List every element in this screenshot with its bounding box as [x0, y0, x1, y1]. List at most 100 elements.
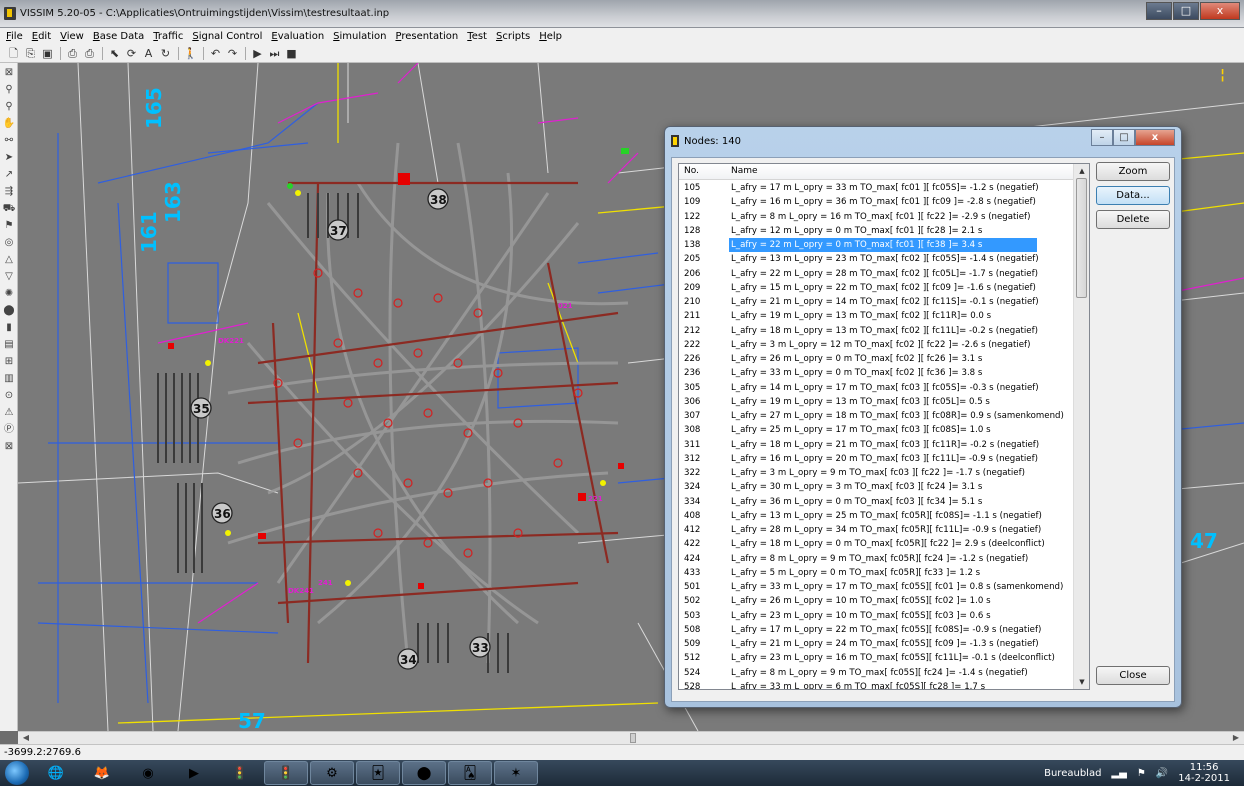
pedestrian-icon[interactable]: 🚶 — [183, 47, 198, 61]
start-button[interactable] — [0, 760, 34, 786]
scroll-down-icon[interactable]: ▼ — [1076, 676, 1088, 688]
list-item[interactable]: 209 L_afry = 15 m L_opry = 22 m TO_max[ f… — [679, 281, 1074, 295]
data-collection-icon[interactable]: ⊞ — [2, 354, 16, 369]
list-item[interactable]: 508 L_afry = 17 m L_opry = 22 m TO_max[ f… — [679, 623, 1074, 637]
red-app-icon[interactable]: ✶ — [494, 761, 538, 785]
list-item[interactable]: 206 L_afry = 22 m L_opry = 28 m TO_max[ f… — [679, 267, 1074, 281]
routes-icon[interactable]: ↗ — [2, 167, 16, 182]
grid-icon[interactable]: ⊠ — [2, 439, 16, 454]
list-item[interactable]: 222 L_afry = 3 m L_opry = 12 m TO_max[ fc… — [679, 338, 1074, 352]
select-icon[interactable]: ⬉ — [107, 47, 122, 61]
vehicle-inputs-icon[interactable]: ⇶ — [2, 184, 16, 199]
flag-icon[interactable]: ⚑ — [1137, 768, 1146, 779]
pan-icon[interactable]: ✋ — [2, 116, 16, 131]
detector-icon[interactable]: ◎ — [2, 235, 16, 250]
zoom-in-icon[interactable]: ⚲ — [2, 82, 16, 97]
network-icon[interactable]: ▂▄ — [1111, 768, 1126, 779]
vissim-app-icon[interactable] — [4, 7, 16, 20]
stop-sign-icon[interactable]: △ — [2, 252, 16, 267]
list-item[interactable]: 424 L_afry = 8 m L_opry = 9 m TO_max[ fc0… — [679, 552, 1074, 566]
conflict-icon[interactable]: ✺ — [2, 286, 16, 301]
queue-icon[interactable]: ▤ — [2, 337, 16, 352]
close-button[interactable]: x — [1200, 2, 1240, 20]
green-icon[interactable]: ⬤ — [402, 761, 446, 785]
list-item[interactable]: 226 L_afry = 26 m L_opry = 0 m TO_max[ fc… — [679, 352, 1074, 366]
list-item[interactable]: 322 L_afry = 3 m L_opry = 9 m TO_max[ fc0… — [679, 466, 1074, 480]
list-item[interactable]: 408 L_afry = 13 m L_opry = 25 m TO_max[ f… — [679, 509, 1074, 523]
menu-simulation[interactable]: Simulation — [333, 31, 386, 42]
menu-presentation[interactable]: Presentation — [395, 31, 458, 42]
minimize-button[interactable]: – — [1146, 2, 1172, 20]
bus-stop-icon[interactable]: ⚠ — [2, 405, 16, 420]
list-item[interactable]: 212 L_afry = 18 m L_opry = 13 m TO_max[ f… — [679, 324, 1074, 338]
dialog-maximize-button[interactable]: □ — [1113, 129, 1135, 146]
list-item[interactable]: 236 L_afry = 33 m L_opry = 0 m TO_max[ fc… — [679, 366, 1074, 380]
open-icon[interactable]: ⎘ — [23, 47, 38, 61]
undo-icon[interactable]: ↶ — [208, 47, 223, 61]
column-name[interactable]: Name — [731, 166, 758, 176]
zoom-window-icon[interactable]: ⊠ — [2, 65, 16, 80]
firefox-icon[interactable]: 🦊 — [80, 761, 124, 785]
text-icon[interactable]: A — [141, 47, 156, 61]
list-item[interactable]: 210 L_afry = 21 m L_opry = 14 m TO_max[ f… — [679, 295, 1074, 309]
menu-edit[interactable]: Edit — [32, 31, 51, 42]
list-item[interactable]: 433 L_afry = 5 m L_opry = 0 m TO_max[ fc0… — [679, 566, 1074, 580]
list-item[interactable]: 128 L_afry = 12 m L_opry = 0 m TO_max[ fc… — [679, 224, 1074, 238]
clock[interactable]: 11:56 14-2-2011 — [1178, 762, 1230, 784]
step-icon[interactable]: ⏭ — [267, 47, 282, 61]
play-icon[interactable]: ▶ — [250, 47, 265, 61]
refresh-icon[interactable]: ↻ — [158, 47, 173, 61]
scroll-up-icon[interactable]: ▲ — [1076, 165, 1088, 177]
list-item[interactable]: 412 L_afry = 28 m L_opry = 34 m TO_max[ f… — [679, 523, 1074, 537]
zoom-out-icon[interactable]: ⚲ — [2, 99, 16, 114]
zoom-button[interactable]: Zoom — [1096, 162, 1170, 181]
maximize-button[interactable]: □ — [1173, 2, 1199, 20]
list-item[interactable]: 308 L_afry = 25 m L_opry = 17 m TO_max[ f… — [679, 423, 1074, 437]
node-icon[interactable]: ⬤ — [2, 303, 16, 318]
menu-view[interactable]: View — [60, 31, 84, 42]
list-item[interactable]: 509 L_afry = 21 m L_opry = 24 m TO_max[ f… — [679, 637, 1074, 651]
sections-icon[interactable]: ▥ — [2, 371, 16, 386]
priority-icon[interactable]: ▽ — [2, 269, 16, 284]
menu-signal-control[interactable]: Signal Control — [192, 31, 262, 42]
menu-help[interactable]: Help — [539, 31, 562, 42]
list-item[interactable]: 528 L_afry = 33 m L_opry = 6 m TO_max[ fc… — [679, 680, 1074, 689]
data-button[interactable]: Data... — [1096, 186, 1170, 205]
connectors-icon[interactable]: ➤ — [2, 150, 16, 165]
dialog-minimize-button[interactable]: – — [1091, 129, 1113, 146]
list-item[interactable]: 524 L_afry = 8 m L_opry = 9 m TO_max[ fc0… — [679, 666, 1074, 680]
scroll-left-icon[interactable]: ◀ — [20, 732, 32, 744]
menu-test[interactable]: Test — [467, 31, 487, 42]
menu-base-data[interactable]: Base Data — [93, 31, 144, 42]
list-item[interactable]: 512 L_afry = 23 m L_opry = 16 m TO_max[ f… — [679, 651, 1074, 665]
travel-time-icon[interactable]: ▮ — [2, 320, 16, 335]
dialog-close-action-button[interactable]: Close — [1096, 666, 1170, 685]
menu-file[interactable]: File — [6, 31, 23, 42]
save-icon[interactable]: ▣ — [40, 47, 55, 61]
list-item[interactable]: 312 L_afry = 16 m L_opry = 20 m TO_max[ f… — [679, 452, 1074, 466]
media-icon[interactable]: ◉ — [126, 761, 170, 785]
utility-icon[interactable]: ⚙ — [310, 761, 354, 785]
list-item[interactable]: 305 L_afry = 14 m L_opry = 17 m TO_max[ f… — [679, 381, 1074, 395]
traffic-light-icon[interactable]: 🚦 — [218, 761, 262, 785]
list-item[interactable]: 105 L_afry = 17 m L_opry = 33 m TO_max[ f… — [679, 181, 1074, 195]
list-scrollbar[interactable]: ▲ ▼ — [1073, 164, 1089, 689]
menu-scripts[interactable]: Scripts — [496, 31, 530, 42]
scroll-right-icon[interactable]: ▶ — [1230, 732, 1242, 744]
vissim-icon[interactable]: 🚦 — [264, 761, 308, 785]
stop-icon[interactable]: ■ — [284, 47, 299, 61]
menu-evaluation[interactable]: Evaluation — [271, 31, 324, 42]
links-icon[interactable]: ⚯ — [2, 133, 16, 148]
list-item[interactable]: 205 L_afry = 13 m L_opry = 23 m TO_max[ f… — [679, 252, 1074, 266]
list-item[interactable]: 501 L_afry = 33 m L_opry = 17 m TO_max[ f… — [679, 580, 1074, 594]
new-icon[interactable]: 🗋 — [6, 47, 21, 61]
rotate-icon[interactable]: ⟳ — [124, 47, 139, 61]
print-icon[interactable]: ⎙ — [82, 47, 97, 61]
list-item[interactable]: 109 L_afry = 16 m L_opry = 36 m TO_max[ f… — [679, 195, 1074, 209]
signal-icon[interactable]: ⚑ — [2, 218, 16, 233]
redo-icon[interactable]: ↷ — [225, 47, 240, 61]
horizontal-scrollbar[interactable]: ◀ ▶ — [18, 731, 1244, 744]
cards-icon[interactable]: 🃏 — [356, 761, 400, 785]
parking-lot-icon[interactable]: Ⓟ — [2, 422, 16, 437]
list-item[interactable]: 211 L_afry = 19 m L_opry = 13 m TO_max[ f… — [679, 309, 1074, 323]
